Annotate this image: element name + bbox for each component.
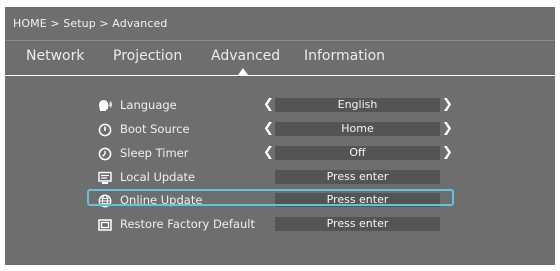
- tab-projection[interactable]: Projection: [113, 48, 182, 64]
- setting-value: Home: [275, 122, 440, 136]
- local-update-icon: [98, 170, 112, 184]
- chevron-right-icon[interactable]: ❯: [442, 97, 453, 112]
- chevron-left-icon[interactable]: ❮: [263, 145, 274, 160]
- breadcrumb: HOME > Setup > Advanced: [13, 17, 168, 30]
- chevron-right-icon[interactable]: ❯: [442, 121, 453, 136]
- power-icon: [98, 122, 112, 137]
- setting-label: Boot Source: [120, 122, 190, 136]
- setting-value: Off: [275, 146, 440, 160]
- tab-advanced[interactable]: Advanced: [211, 48, 280, 64]
- active-tab-indicator: [238, 68, 248, 75]
- setting-row-boot-source[interactable]: Boot Source ❮ Home ❯: [5, 118, 555, 140]
- tab-information[interactable]: Information: [304, 48, 385, 64]
- chevron-left-icon[interactable]: ❮: [263, 121, 274, 136]
- setting-row-sleep-timer[interactable]: Sleep Timer ❮ Off ❯: [5, 142, 555, 164]
- clock-icon: [98, 146, 112, 161]
- setting-value: Press enter: [275, 170, 440, 184]
- setting-value: Press enter: [275, 217, 440, 231]
- setting-row-language[interactable]: Language ❮ English ❯: [5, 94, 555, 116]
- setting-row-restore-factory-default[interactable]: Restore Factory Default Press enter: [5, 213, 555, 235]
- tabs-divider: [5, 75, 555, 76]
- selection-highlight: [87, 189, 454, 206]
- speaking-head-icon: [98, 98, 112, 112]
- setting-label: Sleep Timer: [120, 146, 189, 160]
- setting-row-local-update[interactable]: Local Update Press enter: [5, 166, 555, 188]
- chevron-left-icon[interactable]: ❮: [263, 97, 274, 112]
- setting-label: Restore Factory Default: [120, 217, 255, 231]
- setting-label: Local Update: [120, 170, 196, 184]
- settings-screen: HOME > Setup > Advanced Network Projecti…: [5, 7, 555, 265]
- tab-bar: Network Projection Advanced Information: [5, 41, 555, 75]
- tab-network[interactable]: Network: [26, 48, 84, 64]
- restore-icon: [98, 217, 112, 231]
- setting-label: Language: [120, 98, 177, 112]
- setting-value: English: [275, 98, 440, 112]
- chevron-right-icon[interactable]: ❯: [442, 145, 453, 160]
